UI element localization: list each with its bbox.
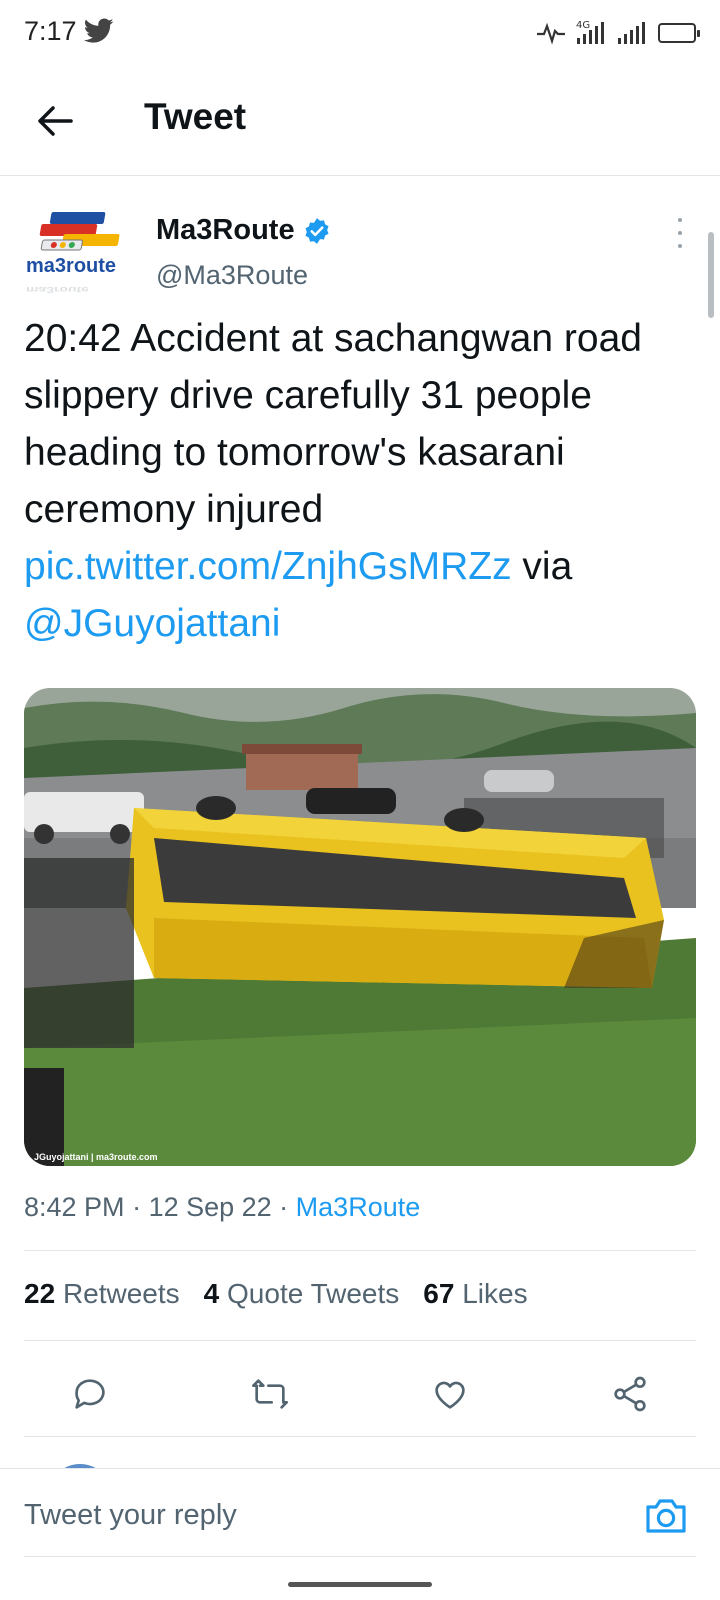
more-dot-icon bbox=[678, 244, 682, 248]
divider bbox=[24, 1436, 696, 1437]
signal-icon bbox=[618, 22, 645, 44]
likes-stat[interactable]: 67 Likes bbox=[423, 1278, 527, 1310]
share-button[interactable] bbox=[606, 1370, 654, 1418]
tweet-stats: 22 Retweets 4 Quote Tweets 67 Likes bbox=[24, 1278, 528, 1310]
divider bbox=[24, 1250, 696, 1251]
tweet-time: 8:42 PM bbox=[24, 1192, 125, 1222]
status-bar: 7:17 4G bbox=[0, 0, 720, 66]
network-label: 4G bbox=[576, 20, 590, 31]
back-button[interactable] bbox=[30, 96, 80, 146]
more-dot-icon bbox=[678, 218, 682, 222]
retweet-icon bbox=[252, 1379, 288, 1409]
home-indicator[interactable] bbox=[288, 1582, 432, 1587]
like-button[interactable] bbox=[426, 1370, 474, 1418]
reply-input[interactable]: Tweet your reply bbox=[24, 1499, 237, 1532]
activity-icon bbox=[537, 22, 565, 45]
tweet-source[interactable]: Ma3Route bbox=[296, 1192, 421, 1222]
tweet-via: via bbox=[511, 545, 573, 588]
reply-button[interactable] bbox=[66, 1370, 114, 1418]
ma3route-logo: ma3route ma3route bbox=[26, 212, 120, 294]
camera-icon bbox=[646, 1499, 686, 1533]
meta-separator: · bbox=[271, 1192, 296, 1222]
reply-underline bbox=[24, 1556, 696, 1557]
divider bbox=[24, 1340, 696, 1341]
more-options-button[interactable] bbox=[670, 218, 690, 248]
tweet-timestamp: 8:42 PM · 12 Sep 22 · Ma3Route bbox=[24, 1192, 420, 1223]
retweets-count: 22 bbox=[24, 1278, 56, 1309]
reply-composer[interactable]: Tweet your reply bbox=[0, 1468, 720, 1560]
quote-tweets-stat[interactable]: 4 Quote Tweets bbox=[204, 1278, 400, 1310]
page-title: Tweet bbox=[144, 96, 247, 137]
twitter-bird-icon bbox=[84, 18, 114, 43]
pic-link[interactable]: pic.twitter.com/ZnjhGsMRZz bbox=[24, 545, 512, 588]
tweet-date: 12 Sep 22 bbox=[148, 1192, 272, 1222]
svg-text:ma3route: ma3route bbox=[26, 285, 90, 294]
top-app-bar: Tweet bbox=[0, 66, 720, 176]
like-icon bbox=[435, 1381, 465, 1409]
likes-label: Likes bbox=[462, 1278, 528, 1309]
tweet-text: 20:42 Accident at sachangwan road slippe… bbox=[24, 310, 694, 652]
retweet-button[interactable] bbox=[246, 1370, 294, 1418]
camera-button[interactable] bbox=[642, 1491, 690, 1539]
battery-icon bbox=[658, 23, 700, 43]
retweets-stat[interactable]: 22 Retweets bbox=[24, 1278, 180, 1310]
more-dot-icon bbox=[678, 231, 682, 235]
quotes-label: Quote Tweets bbox=[227, 1278, 400, 1309]
quotes-count: 4 bbox=[203, 1278, 220, 1309]
verified-badge-icon bbox=[305, 217, 329, 244]
status-icons: 4G bbox=[536, 16, 700, 50]
reply-icon bbox=[75, 1379, 105, 1409]
share-icon bbox=[614, 1376, 646, 1412]
tweet-media-image[interactable]: JGuyojattani | ma3route.com bbox=[24, 688, 696, 1166]
likes-count: 67 bbox=[423, 1278, 455, 1309]
status-time: 7:17 bbox=[24, 16, 77, 46]
author-handle[interactable]: @Ma3Route bbox=[156, 260, 308, 291]
accident-photo bbox=[24, 688, 696, 1166]
tweet-action-bar bbox=[0, 1352, 720, 1436]
media-watermark: JGuyojattani | ma3route.com bbox=[34, 1152, 158, 1162]
retweets-label: Retweets bbox=[62, 1278, 180, 1309]
avatar[interactable]: ma3route ma3route bbox=[24, 204, 132, 296]
author-name-text: Ma3Route bbox=[156, 214, 295, 246]
author-name[interactable]: Ma3Route bbox=[156, 214, 331, 247]
scrollbar[interactable] bbox=[708, 232, 714, 318]
arrow-left-icon bbox=[38, 106, 73, 136]
tweet-body: 20:42 Accident at sachangwan road slippe… bbox=[24, 317, 642, 531]
avatar-text: ma3route bbox=[26, 255, 116, 277]
mention-link[interactable]: @JGuyojattani bbox=[24, 602, 280, 645]
signal-4g-icon: 4G bbox=[576, 20, 604, 44]
meta-separator: · bbox=[124, 1192, 149, 1222]
